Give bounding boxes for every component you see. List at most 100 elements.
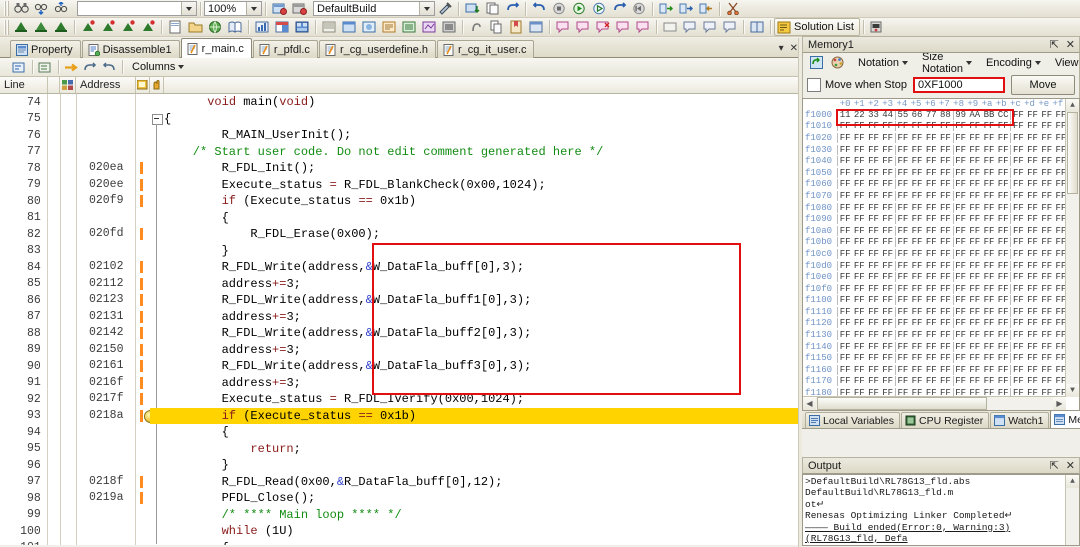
memory-byte[interactable]: FF: [866, 226, 880, 236]
table-view-icon[interactable]: [273, 19, 291, 35]
memory-byte[interactable]: FF: [1025, 133, 1039, 143]
memory-byte[interactable]: FF: [968, 179, 982, 189]
memory-byte[interactable]: FF: [924, 203, 938, 213]
memory-byte[interactable]: FF: [924, 330, 938, 340]
gutter-col-blank[interactable]: [46, 391, 60, 408]
memory-byte[interactable]: FF: [896, 318, 910, 328]
memory-byte[interactable]: FF: [1040, 237, 1054, 247]
code-text-area[interactable]: void main(void){ R_MAIN_UserInit(); /* S…: [150, 94, 800, 545]
scroll-right-icon[interactable]: ▶: [1053, 397, 1066, 410]
phone-icon[interactable]: [868, 19, 886, 35]
memory-row[interactable]: f10a0 FF FF FF FF FF FF FF FF FF FF FF FF FF FF FF FF: [803, 225, 1079, 237]
memory-byte[interactable]: FF: [924, 179, 938, 189]
memory-byte[interactable]: FF: [852, 261, 866, 271]
memory-byte[interactable]: FF: [910, 272, 924, 282]
memory-byte[interactable]: FF: [881, 261, 895, 271]
find-next-icon[interactable]: [32, 1, 50, 17]
memory-byte[interactable]: FF: [982, 203, 996, 213]
memory-byte[interactable]: FF: [924, 318, 938, 328]
memory-row[interactable]: f1160 FF FF FF FF FF FF FF FF FF FF FF FF FF FF FF FF: [803, 364, 1079, 376]
gutter-col-grid[interactable]: [59, 523, 77, 540]
code-line[interactable]: R_FDL_Write(address,&W_DataFla_buff2[0],…: [150, 325, 800, 342]
gutter-col-blank[interactable]: [46, 143, 60, 160]
open-file-icon[interactable]: [186, 19, 204, 35]
memory-row[interactable]: f1030 FF FF FF FF FF FF FF FF FF FF FF FF FF FF FF FF: [803, 144, 1079, 156]
gutter-col-grid[interactable]: [59, 209, 77, 226]
notation-menu[interactable]: Notation: [858, 57, 908, 69]
memory-byte[interactable]: FF: [982, 365, 996, 375]
memory-row[interactable]: f10e0 FF FF FF FF FF FF FF FF FF FF FF FF FF FF FF FF: [803, 271, 1079, 283]
memory-byte[interactable]: FF: [996, 318, 1010, 328]
memory-byte[interactable]: FF: [924, 284, 938, 294]
memory-byte[interactable]: FF: [954, 179, 968, 189]
memory-byte[interactable]: FF: [896, 191, 910, 201]
memory-byte[interactable]: FF: [938, 353, 952, 363]
gutter-row[interactable]: 74: [0, 94, 150, 111]
memory-byte[interactable]: FF: [924, 237, 938, 247]
memory-byte[interactable]: FF: [838, 295, 852, 305]
chevron-down-icon[interactable]: [965, 60, 972, 65]
memory-byte[interactable]: FF: [968, 376, 982, 386]
gutter-col-blank[interactable]: [46, 440, 60, 457]
memory-byte[interactable]: FF: [982, 272, 996, 282]
memory-byte[interactable]: FF: [924, 145, 938, 155]
gutter-col-grid[interactable]: [59, 440, 77, 457]
blank-note-icon[interactable]: [661, 19, 679, 35]
memory-byte[interactable]: FF: [852, 191, 866, 201]
gutter-row[interactable]: 97 0218f: [0, 473, 150, 490]
memory-byte[interactable]: FF: [896, 295, 910, 305]
memory-byte[interactable]: FF: [1011, 249, 1025, 259]
move-when-stop-checkbox[interactable]: [807, 78, 821, 92]
line-markers[interactable]: [135, 440, 150, 457]
memory-byte[interactable]: FF: [866, 272, 880, 282]
memory-byte[interactable]: FF: [968, 284, 982, 294]
memory-byte[interactable]: FF: [866, 376, 880, 386]
jump-to-current-line-icon[interactable]: [62, 59, 80, 75]
memory-byte[interactable]: FF: [996, 261, 1010, 271]
bookmark-icon[interactable]: [507, 19, 525, 35]
gutter-col-grid[interactable]: [59, 160, 77, 177]
memory-byte[interactable]: FF: [896, 249, 910, 259]
memory-byte[interactable]: FF: [910, 203, 924, 213]
code-line[interactable]: R_FDL_Read(0x00,&R_DataFla_buff[0],12);: [150, 474, 800, 491]
memory-byte[interactable]: FF: [866, 318, 880, 328]
gutter-col-grid[interactable]: [59, 325, 77, 342]
memory-byte[interactable]: FF: [1040, 376, 1054, 386]
gutter-col-blank[interactable]: [46, 259, 60, 276]
memory-row[interactable]: f1130 FF FF FF FF FF FF FF FF FF FF FF FF FF FF FF FF: [803, 329, 1079, 341]
code-line[interactable]: }: [150, 457, 800, 474]
gutter-col-grid[interactable]: [59, 473, 77, 490]
memory-byte[interactable]: FF: [1011, 342, 1025, 352]
memory-byte[interactable]: FF: [896, 365, 910, 375]
memory-byte[interactable]: FF: [924, 353, 938, 363]
memory-byte[interactable]: FF: [896, 214, 910, 224]
close-icon[interactable]: ✕: [1066, 459, 1075, 472]
memory-byte[interactable]: FF: [924, 376, 938, 386]
code-gutter[interactable]: 74 75 76 77 78 020ea 79 020ee 80 020f9 81 82 020fd 83…: [0, 94, 159, 545]
new-file-icon[interactable]: [166, 19, 184, 35]
memory-byte[interactable]: FF: [982, 133, 996, 143]
gutter-row[interactable]: 88 02142: [0, 325, 150, 342]
memory-byte[interactable]: FF: [968, 133, 982, 143]
code-line[interactable]: PFDL_Close();: [150, 490, 800, 507]
gutter-col-blank[interactable]: [46, 506, 60, 523]
memory-byte[interactable]: FF: [954, 261, 968, 271]
memory-byte[interactable]: FF: [1025, 156, 1039, 166]
memory-byte[interactable]: FF: [954, 307, 968, 317]
dock-tab-memory1[interactable]: Memory1: [1050, 410, 1080, 428]
note-2-icon[interactable]: [701, 19, 719, 35]
memory-byte[interactable]: FF: [982, 376, 996, 386]
memory-byte[interactable]: FF: [924, 249, 938, 259]
chart-view-icon[interactable]: [253, 19, 271, 35]
memory-byte[interactable]: FF: [896, 342, 910, 352]
gutter-col-blank[interactable]: [46, 308, 60, 325]
memory-byte[interactable]: FF: [881, 376, 895, 386]
line-markers[interactable]: [135, 374, 150, 391]
memory-byte[interactable]: FF: [996, 133, 1010, 143]
hook-icon[interactable]: [467, 19, 485, 35]
memory-byte[interactable]: FF: [1011, 376, 1025, 386]
gutter-row[interactable]: 101: [0, 539, 150, 545]
memory-byte[interactable]: FF: [852, 179, 866, 189]
memory-byte[interactable]: FF: [968, 261, 982, 271]
memory-byte[interactable]: FF: [1040, 295, 1054, 305]
